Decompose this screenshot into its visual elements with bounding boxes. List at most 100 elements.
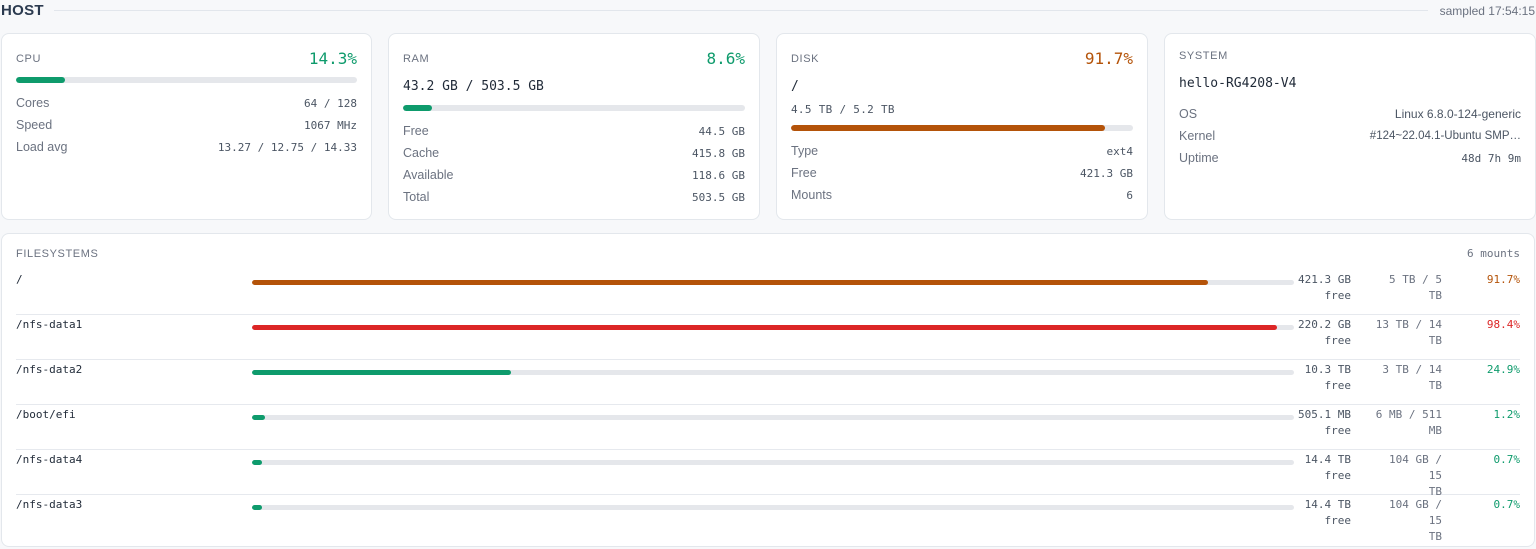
ram-row-total: Total 503.5 GB [403,188,745,206]
filesystem-used-total-line2: TB [1428,334,1442,347]
ram-row-key: Free [403,124,429,138]
filesystem-free-suffix: free [1324,514,1352,527]
cpu-row-loadavg: Load avg 13.27 / 12.75 / 14.33 [16,138,357,156]
filesystem-used-total-line1: 3 TB / 14 TB [1382,363,1442,392]
filesystem-used-total-line1: 104 GB / 15 [1389,498,1442,527]
cpu-row-key: Load avg [16,140,68,154]
disk-card: DISK 91.7% / 4.5 TB / 5.2 TB Type ext4 F… [776,33,1148,220]
cpu-row-key: Speed [16,118,53,132]
filesystem-used-total-line1: 104 GB / 15 [1389,453,1442,482]
filesystem-row[interactable]: /nfs-data3 14.4 TB free 104 GB / 15 TB 0.7… [16,495,1520,543]
ram-row-free: Free 44.5 GB [403,122,745,140]
disk-label: DISK [791,53,820,65]
filesystems-card: FILESYSTEMS 6 mounts / 421.3 GB free 5 TB… [1,233,1535,547]
filesystem-percent: 24.9% [1486,363,1520,376]
filesystem-free-amount: 505.1 MB [1298,408,1351,421]
disk-row-key: Mounts [791,188,832,202]
filesystem-free-amount: 421.3 GB [1298,273,1351,286]
ram-summary: 43.2 GB / 503.5 GB [403,79,544,94]
filesystem-usage-bar [252,460,1294,465]
system-row-value: #124~22.04.1-Ubuntu SMP… [1369,130,1521,142]
filesystem-used-total: 3 TB / 14 TB [1372,362,1442,394]
filesystem-usage-fill [252,280,1208,285]
filesystem-percent: 91.7% [1486,273,1520,286]
filesystem-row[interactable]: /nfs-data2 10.3 TB free 3 TB / 14 TB 24.9… [16,360,1520,405]
system-row-uptime: Uptime 48d 7h 9m [1179,149,1521,167]
cpu-label: CPU [16,53,42,65]
filesystem-usage-fill [252,415,265,420]
filesystem-mount: /nfs-data1 [16,318,83,331]
filesystem-free-amount: 220.2 GB [1298,318,1351,331]
cpu-percent: 14.3% [308,49,357,68]
filesystem-used-total: 6 MB / 511 MB [1372,407,1442,439]
filesystem-mount: /nfs-data2 [16,363,83,376]
ram-row-key: Available [403,168,454,182]
filesystem-used-total-line1: 5 TB / 5 TB [1389,273,1442,302]
cpu-row-key: Cores [16,96,50,110]
cpu-row-cores: Cores 64 / 128 [16,94,357,112]
cpu-card: CPU 14.3% Cores 64 / 128 Speed 1067 MHz … [1,33,372,220]
filesystem-free-suffix: free [1324,334,1352,347]
cpu-usage-bar [16,77,357,83]
filesystem-usage-bar [252,280,1294,285]
filesystem-usage-fill [252,370,512,375]
filesystem-free-suffix: free [1324,379,1352,392]
filesystem-percent: 1.2% [1493,408,1521,421]
filesystem-percent: 0.7% [1493,453,1521,466]
ram-row-key: Total [403,190,430,204]
filesystem-mount: /boot/efi [16,408,76,421]
filesystem-free: 10.3 TB free [1296,362,1351,394]
ram-row-value: 118.6 GB [692,168,745,182]
filesystem-free: 14.4 TB free [1296,497,1351,529]
filesystem-row[interactable]: /nfs-data1 220.2 GB free 13 TB / 14 TB 98.… [16,315,1520,360]
ram-row-value: 503.5 GB [692,190,745,204]
filesystem-mount: /nfs-data4 [16,453,83,466]
section-title: HOST [1,2,44,19]
ram-usage-bar [403,105,745,111]
ram-usage-fill [403,105,433,111]
filesystem-free-amount: 14.4 TB [1304,453,1351,466]
filesystem-row[interactable]: / 421.3 GB free 5 TB / 5 TB 91.7% [16,270,1520,315]
filesystem-used-total: 13 TB / 14 TB [1372,317,1442,349]
ram-row-key: Cache [403,146,440,160]
filesystem-free: 220.2 GB free [1296,317,1351,349]
sampled-timestamp: sampled 17:54:15 [1439,4,1535,18]
disk-row-value: 421.3 GB [1080,166,1133,180]
disk-row-value: ext4 [1106,144,1134,158]
filesystem-used-total-line1: 6 MB / 511 [1375,408,1442,421]
filesystem-usage-bar [252,370,1294,375]
filesystem-used-total: 104 GB / 15 TB [1372,452,1442,500]
filesystem-usage-bar [252,505,1294,510]
filesystems-count: 6 mounts [1467,247,1520,260]
disk-row-type: Type ext4 [791,142,1133,160]
filesystem-used-total-line2: TB [1428,530,1442,543]
filesystem-free-suffix: free [1324,469,1352,482]
cpu-row-value: 1067 MHz [304,118,357,132]
filesystem-free-suffix: free [1324,289,1352,302]
filesystem-free: 14.4 TB free [1296,452,1351,484]
filesystem-usage-bar [252,325,1294,330]
ram-row-available: Available 118.6 GB [403,166,745,184]
filesystem-usage-fill [252,505,263,510]
filesystem-used-total-line1: 13 TB / 14 [1375,318,1442,331]
disk-summary: 4.5 TB / 5.2 TB [791,103,895,116]
system-row-key: Uptime [1179,151,1219,165]
header-divider [54,10,1428,11]
disk-row-key: Free [791,166,817,180]
system-row-os: OS Linux 6.8.0-124-generic [1179,105,1521,123]
filesystem-free-suffix: free [1324,424,1352,437]
disk-mount: / [791,79,799,94]
filesystem-row[interactable]: /nfs-data4 14.4 TB free 104 GB / 15 TB 0.7… [16,450,1521,498]
filesystem-mount: /nfs-data3 [16,498,83,511]
disk-row-value: 6 [1126,188,1133,202]
disk-row-mounts: Mounts 6 [791,186,1133,204]
filesystem-percent: 98.4% [1486,318,1520,331]
cpu-row-speed: Speed 1067 MHz [16,116,357,134]
system-card: SYSTEM hello-RG4208-V4 OS Linux 6.8.0-12… [1164,33,1536,220]
filesystem-used-total: 104 GB / 15 TB [1372,497,1442,545]
filesystem-used-total-line2: MB [1428,424,1442,437]
ram-row-cache: Cache 415.8 GB [403,144,745,162]
cpu-usage-fill [16,77,65,83]
disk-percent: 91.7% [1084,49,1133,68]
filesystem-row[interactable]: /boot/efi 505.1 MB free 6 MB / 511 MB 1.2% [16,405,1520,450]
